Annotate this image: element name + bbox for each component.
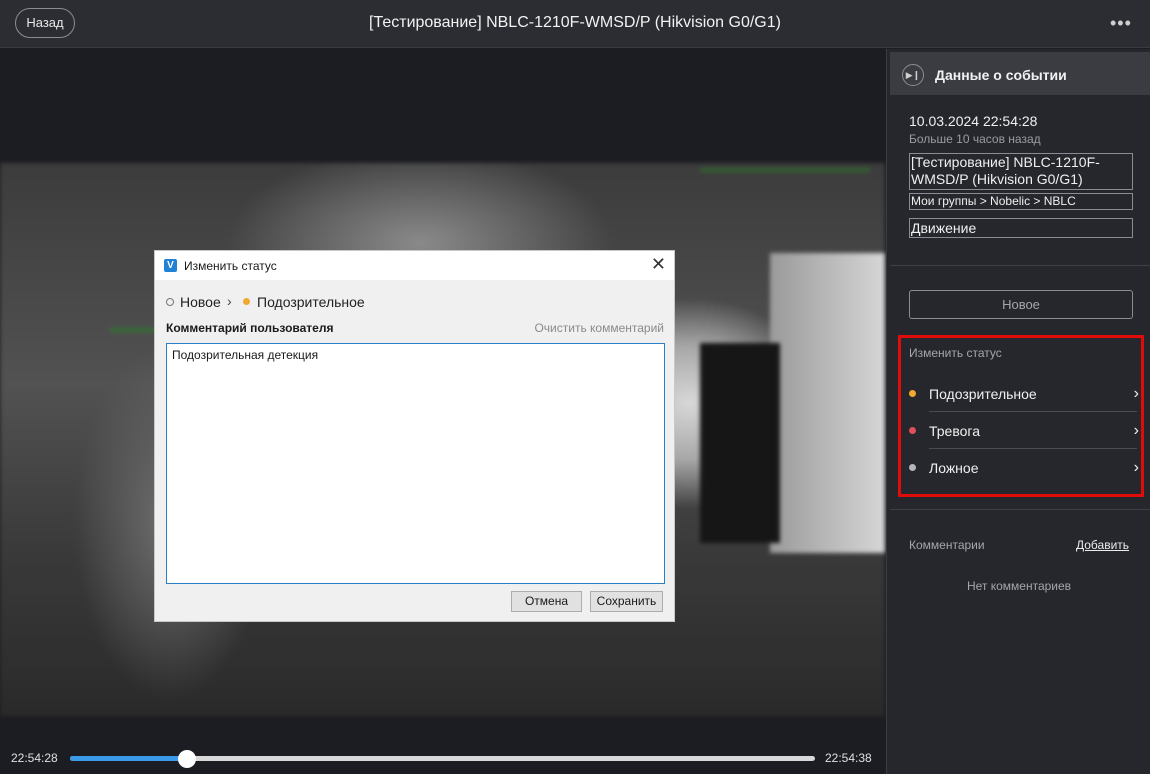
progress-fill <box>70 756 187 761</box>
add-comment-link[interactable]: Добавить <box>1076 538 1129 552</box>
divider <box>890 265 1150 266</box>
save-button[interactable]: Сохранить <box>590 591 663 612</box>
status-from-dot <box>166 298 174 306</box>
cancel-button[interactable]: Отмена <box>511 591 582 612</box>
video-overlay <box>700 168 870 172</box>
status-from: Новое <box>180 294 221 310</box>
more-dots-icon[interactable]: ••• <box>1110 14 1131 34</box>
side-panel-title: Данные о событии <box>935 67 1067 83</box>
status-item-false[interactable]: Ложное › <box>909 450 1139 486</box>
comment-textarea[interactable]: Подозрительная детекция <box>166 343 665 584</box>
no-comments-text: Нет комментариев <box>966 579 1072 593</box>
status-label: Ложное <box>929 460 979 476</box>
comments-title: Комментарии <box>909 538 985 552</box>
current-status-button[interactable]: Новое <box>909 290 1133 319</box>
status-to: Подозрительное <box>257 294 365 310</box>
comment-label: Комментарий пользователя <box>166 321 334 335</box>
change-status-title: Изменить статус <box>909 346 1002 360</box>
dialog-titlebar: V Изменить статус ✕ <box>155 251 674 280</box>
event-type: Движение <box>909 218 1133 238</box>
event-datetime: 10.03.2024 22:54:28 <box>909 113 1038 129</box>
status-dot <box>909 464 916 471</box>
event-side-panel: ▶❙ Данные о событии 10.03.2024 22:54:28 … <box>886 49 1150 774</box>
time-end: 22:54:38 <box>825 751 872 765</box>
progress-track[interactable] <box>70 750 815 768</box>
clear-comment-link[interactable]: Очистить комментарий <box>534 321 664 335</box>
status-label: Подозрительное <box>929 386 1037 402</box>
event-camera-name: [Тестирование] NBLC-1210F-WMSD/P (Hikvis… <box>909 153 1133 190</box>
timeline: 22:54:28 22:54:38 <box>0 749 885 769</box>
status-item-alarm[interactable]: Тревога › <box>909 413 1139 449</box>
status-label: Тревога <box>929 423 980 439</box>
video-content <box>770 253 885 553</box>
event-ago: Больше 10 часов назад <box>909 132 1041 146</box>
time-start: 22:54:28 <box>11 751 58 765</box>
window-title: [Тестирование] NBLC-1210F-WMSD/P (Hikvis… <box>369 14 781 31</box>
status-item-suspicious[interactable]: Подозрительное › <box>909 376 1139 412</box>
app-logo-icon: V <box>164 259 177 272</box>
progress-thumb[interactable] <box>177 750 196 768</box>
video-content <box>700 343 780 543</box>
close-icon[interactable]: ✕ <box>651 255 666 273</box>
chevron-right-icon: › <box>1133 422 1139 439</box>
divider <box>890 509 1150 510</box>
dialog-title: Изменить статус <box>184 259 277 273</box>
status-to-dot <box>243 298 250 305</box>
top-bar: Назад [Тестирование] NBLC-1210F-WMSD/P (… <box>0 0 1150 48</box>
status-dot <box>909 427 916 434</box>
chevron-right-icon: › <box>1133 385 1139 402</box>
status-dot <box>909 390 916 397</box>
chevron-right-icon: › <box>1133 459 1139 476</box>
change-status-section: Изменить статус Подозрительное › Тревога… <box>898 335 1144 497</box>
video-overlay <box>110 328 160 332</box>
change-status-dialog: V Изменить статус ✕ Новое › Подозрительн… <box>154 250 675 622</box>
event-group-path: Мои группы > Nobelic > NBLC <box>909 193 1133 210</box>
chevron-right-icon: › <box>227 293 232 309</box>
side-panel-header: ▶❙ Данные о событии <box>890 52 1150 95</box>
play-next-icon[interactable]: ▶❙ <box>902 64 924 86</box>
